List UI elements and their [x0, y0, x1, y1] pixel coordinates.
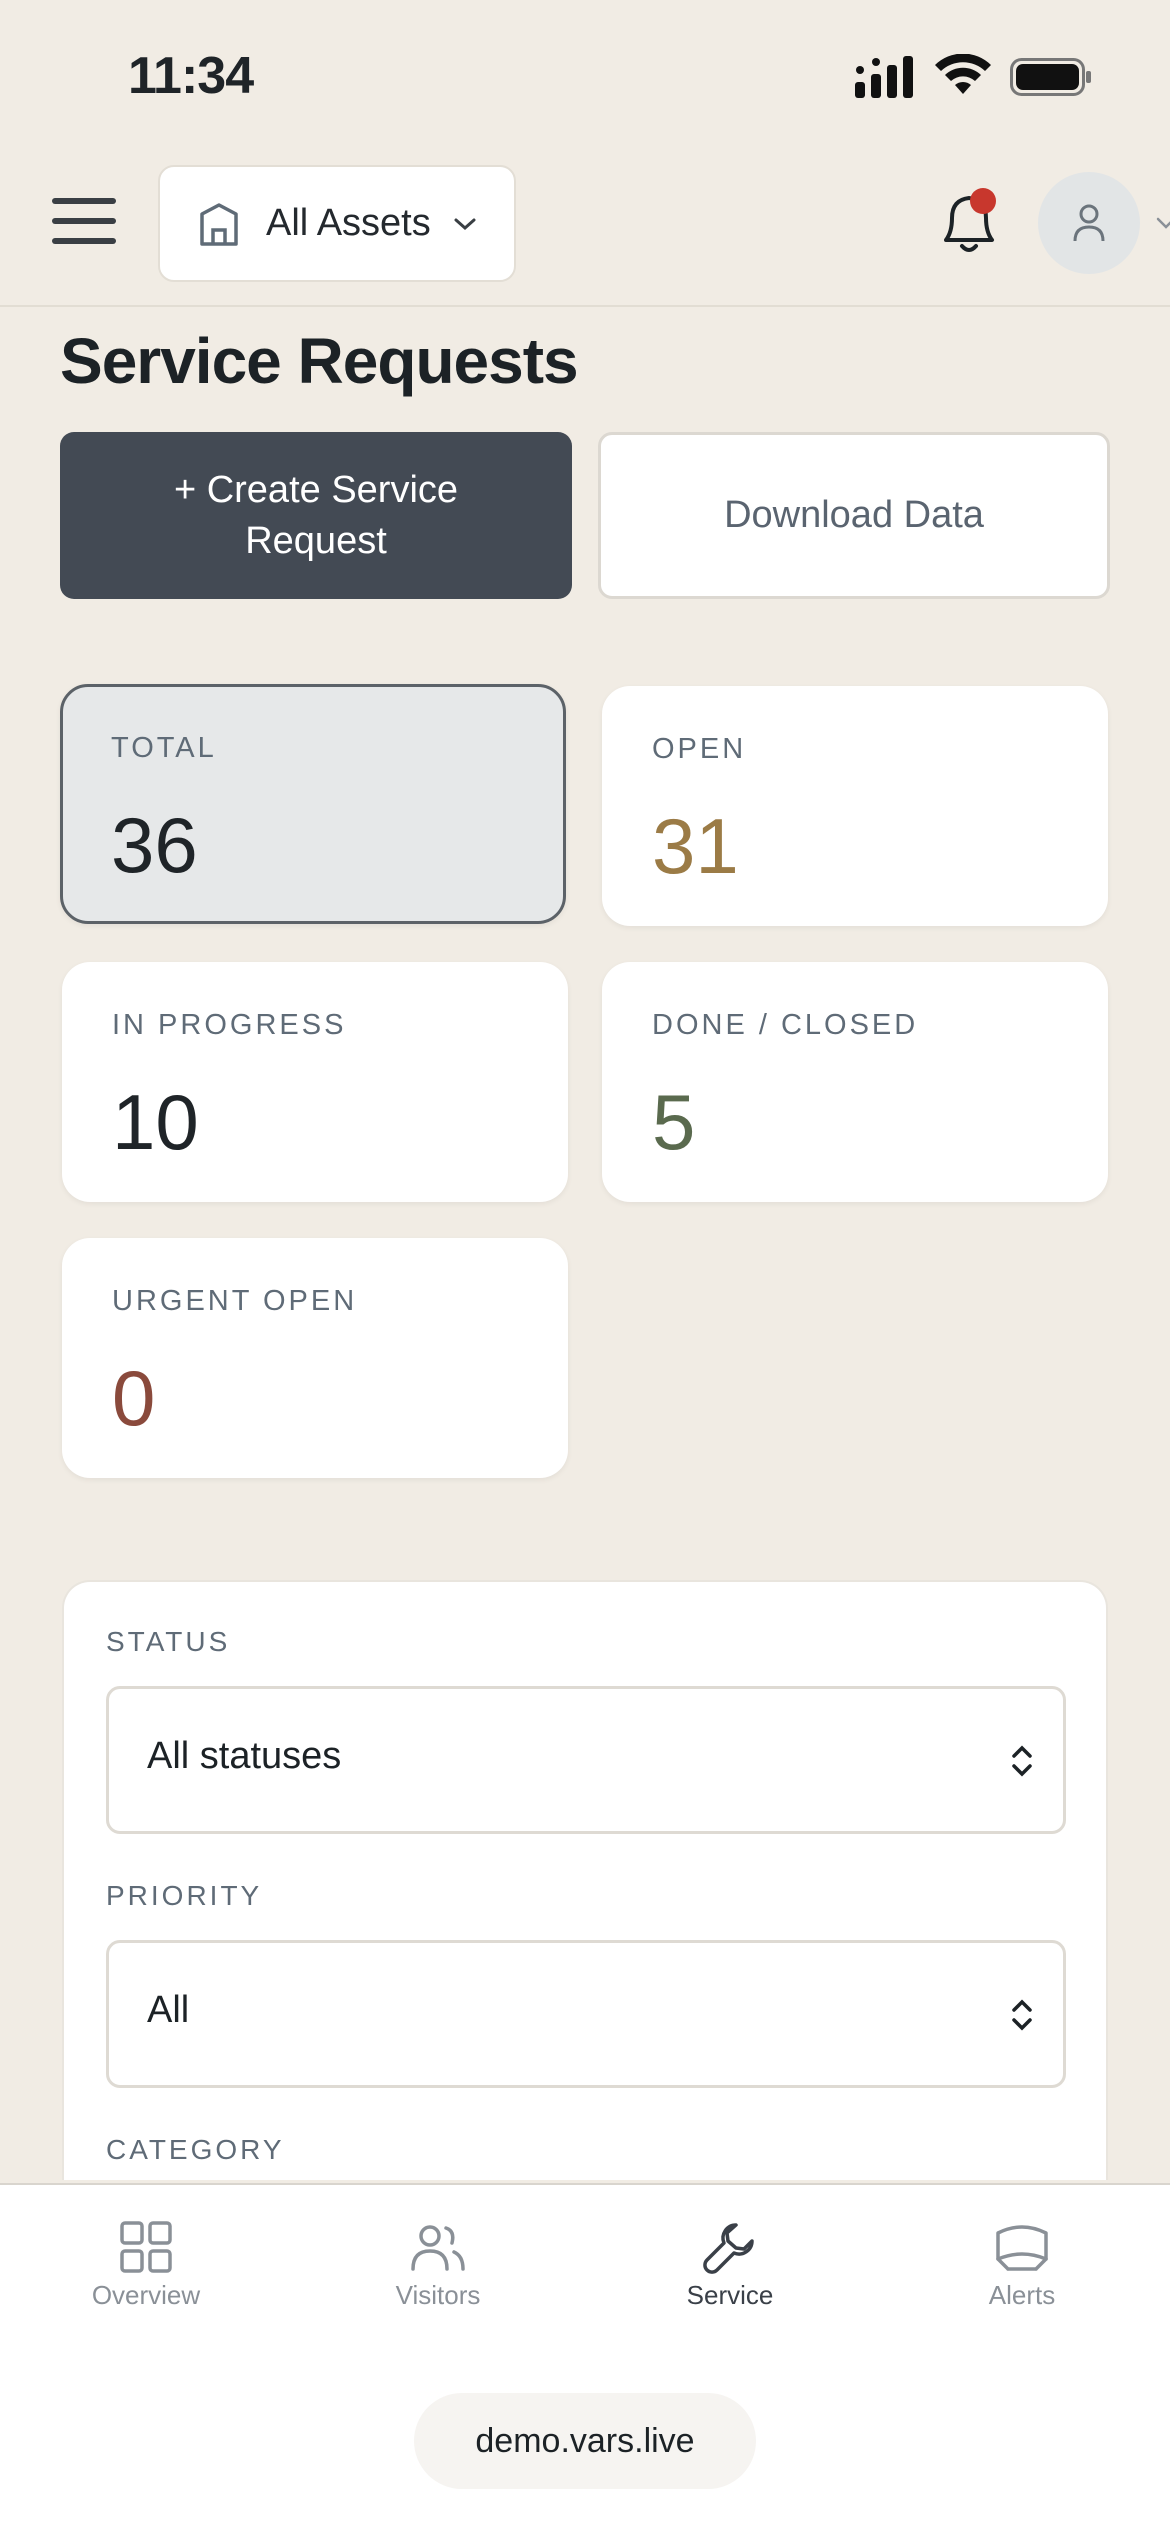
alert-icon	[996, 2225, 1048, 2271]
nav-alerts[interactable]: Alerts	[876, 2185, 1168, 2315]
nav-label: Alerts	[988, 2280, 1056, 2310]
priority-select-value: All	[147, 1989, 190, 2031]
status-filter-label: STATUS	[106, 1626, 231, 1657]
status-time: 11:34	[128, 47, 254, 105]
stat-value: 36	[111, 801, 198, 889]
chevron-down-icon	[454, 218, 476, 230]
nav-overview[interactable]: Overview	[0, 2185, 292, 2315]
filter-panel: STATUS All statuses PRIORITY All CATEGOR…	[62, 1580, 1108, 2180]
nav-service[interactable]: Service	[584, 2185, 876, 2315]
stat-label: URGENT OPEN	[112, 1285, 358, 1317]
nav-label: Service	[686, 2280, 774, 2310]
nav-label: Overview	[91, 2280, 201, 2310]
stat-value: 10	[112, 1078, 199, 1166]
nav-visitors[interactable]: Visitors	[292, 2185, 584, 2315]
url-text: demo.vars.live	[475, 2421, 695, 2460]
asset-selector-label: All Assets	[266, 202, 431, 244]
stat-value: 31	[652, 802, 739, 890]
wifi-icon	[935, 54, 991, 94]
select-arrows-icon	[1012, 1999, 1032, 2031]
status-bar: 11:34	[0, 0, 1170, 150]
asset-selector[interactable]: All Assets	[158, 165, 516, 282]
stat-label: TOTAL	[111, 732, 217, 764]
stat-label: DONE / CLOSED	[652, 1009, 919, 1041]
chevron-down-icon[interactable]	[1156, 216, 1170, 230]
category-filter-label: CATEGORY	[106, 2134, 285, 2165]
stat-card-in-progress[interactable]: IN PROGRESS 10	[62, 962, 568, 1202]
nav-label: Visitors	[395, 2280, 481, 2310]
cellular-signal-icon	[855, 56, 913, 98]
user-avatar[interactable]	[1038, 172, 1140, 274]
users-icon	[411, 2225, 465, 2271]
page-title: Service Requests	[60, 325, 579, 397]
stat-card-open[interactable]: OPEN 31	[602, 686, 1108, 926]
stat-card-done-closed[interactable]: DONE / CLOSED 5	[602, 962, 1108, 1202]
grid-icon	[120, 2221, 172, 2273]
app-header: All Assets	[0, 150, 1170, 307]
stat-label: IN PROGRESS	[112, 1009, 347, 1041]
wrench-icon	[703, 2223, 754, 2274]
user-icon	[1073, 204, 1105, 242]
browser-url-bar[interactable]: demo.vars.live	[414, 2393, 756, 2489]
battery-icon	[1010, 58, 1091, 96]
stat-value: 5	[652, 1078, 696, 1166]
status-select-value: All statuses	[147, 1735, 342, 1777]
hamburger-menu-icon[interactable]	[52, 198, 116, 248]
status-select[interactable]: All statuses	[106, 1686, 1066, 1834]
stat-value: 0	[112, 1354, 156, 1442]
stat-card-total[interactable]: TOTAL 36	[60, 684, 566, 924]
download-data-button[interactable]: Download Data	[598, 432, 1110, 599]
priority-select[interactable]: All	[106, 1940, 1066, 2088]
building-icon	[200, 202, 238, 246]
select-arrows-icon	[1012, 1745, 1032, 1777]
priority-filter-label: PRIORITY	[106, 1880, 263, 1911]
create-service-request-button[interactable]: + Create Service Request	[60, 432, 572, 599]
notification-badge	[970, 188, 996, 214]
stat-label: OPEN	[652, 733, 747, 765]
stat-card-urgent-open[interactable]: URGENT OPEN 0	[62, 1238, 568, 1478]
